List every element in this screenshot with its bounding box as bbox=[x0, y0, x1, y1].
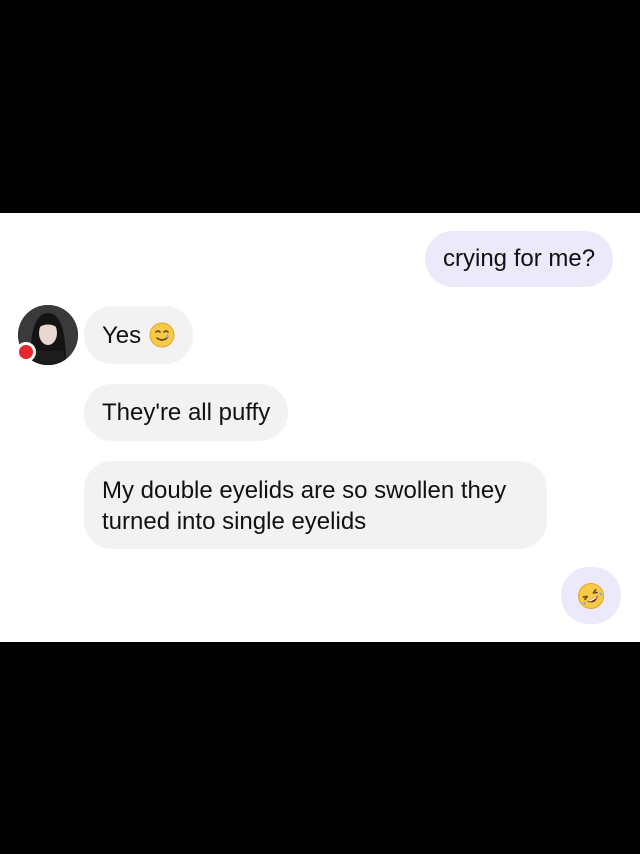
message-bubble-sent[interactable] bbox=[561, 567, 621, 624]
letterbox-bottom bbox=[0, 642, 640, 854]
message-bubble-sent[interactable]: crying for me? bbox=[425, 231, 614, 287]
letterbox-top bbox=[0, 0, 640, 213]
message-text: crying for me? bbox=[443, 245, 596, 272]
message-bubble-received[interactable]: Yes bbox=[84, 306, 194, 364]
chat-thread[interactable]: crying for me? Yes They're all puffy My … bbox=[0, 213, 640, 642]
status-indicator bbox=[16, 342, 36, 362]
smiling-face-with-tear-icon bbox=[149, 322, 175, 348]
message-bubble-received[interactable]: My double eyelids are so swollen they tu… bbox=[84, 461, 547, 549]
message-bubble-received[interactable]: They're all puffy bbox=[84, 384, 289, 441]
message-text: My double eyelids are so swollen they tu… bbox=[102, 477, 507, 535]
rolling-on-the-floor-laughing-icon bbox=[577, 582, 605, 610]
message-text: They're all puffy bbox=[102, 399, 271, 426]
message-text: Yes bbox=[102, 321, 142, 349]
contact-avatar[interactable] bbox=[16, 305, 78, 365]
